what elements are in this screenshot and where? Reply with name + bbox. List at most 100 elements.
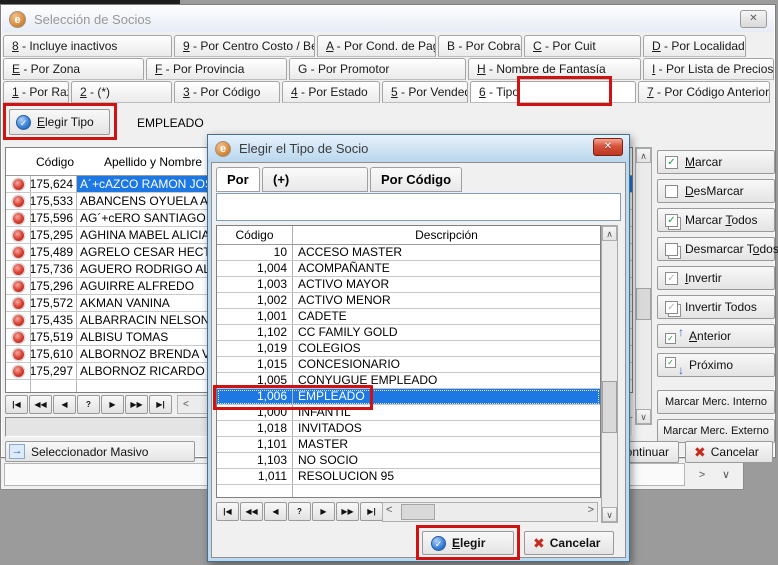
- column-header-apellido-nombre[interactable]: Apellido y Nombre: [78, 155, 228, 169]
- pager-button[interactable]: ◀: [264, 502, 287, 521]
- tipo-desc: NO SOCIO: [293, 453, 600, 468]
- filter-tab[interactable]: A - Por Cond. de Pago: [317, 35, 436, 57]
- scroll-down-icon[interactable]: ∨: [636, 409, 651, 424]
- record-dot-icon: [13, 213, 24, 224]
- invertir-button[interactable]: ✓Invertir: [657, 266, 775, 290]
- filter-tab[interactable]: F - Por Provincia: [146, 58, 287, 80]
- filter-tab[interactable]: B - Por Cobrador: [438, 35, 522, 57]
- socio-code: 175,610: [31, 346, 77, 362]
- tipo-row[interactable]: 1,003 ACTIVO MAYOR: [217, 277, 600, 293]
- pager-button[interactable]: ▶: [101, 395, 124, 414]
- pager-button[interactable]: |◀: [216, 502, 239, 521]
- scrollbar-thumb[interactable]: [401, 504, 435, 520]
- tipo-row[interactable]: 1,103 NO SOCIO: [217, 453, 600, 469]
- anterior-button[interactable]: ✓↑Anterior: [657, 324, 775, 348]
- modal-cancelar-button[interactable]: ✖ Cancelar: [524, 531, 614, 555]
- filter-tab[interactable]: H - Nombre de Fantasía: [468, 58, 641, 80]
- tipo-search-input[interactable]: [216, 193, 621, 221]
- record-dot-icon: [13, 349, 24, 360]
- filter-tab[interactable]: I - Por Lista de Precios: [643, 58, 774, 80]
- tipo-code: 1,005: [217, 373, 293, 388]
- scroll-left-icon[interactable]: <: [386, 504, 392, 516]
- desmarcar-button[interactable]: ✓DesMarcar: [657, 179, 775, 203]
- tipo-row[interactable]: 1,018 INVITADOS: [217, 421, 600, 437]
- pager-button[interactable]: ▶|: [149, 395, 172, 414]
- scroll-right-icon[interactable]: >: [588, 504, 594, 516]
- filter-tab[interactable]: 3 - Por Código: [174, 81, 280, 103]
- filter-tab[interactable]: 9 - Por Centro Costo / Beneficio: [174, 35, 315, 57]
- tipo-row[interactable]: 1,005 CONYUGUE EMPLEADO: [217, 373, 600, 389]
- marcar-merc-interno-button[interactable]: Marcar Merc. Interno: [657, 390, 775, 414]
- scroll-down-icon[interactable]: ∨: [602, 507, 617, 522]
- scroll-up-icon[interactable]: ∧: [602, 226, 617, 241]
- tipo-row[interactable]: 1,101 MASTER: [217, 437, 600, 453]
- tipo-row[interactable]: 1,000 INFANTIL: [217, 405, 600, 421]
- socio-code: 175,435: [31, 312, 77, 328]
- main-close-button[interactable]: ✕: [740, 10, 767, 28]
- pager-button[interactable]: ◀◀: [29, 395, 52, 414]
- scrollbar-thumb[interactable]: [636, 288, 651, 320]
- tipo-row[interactable]: 1,001 CADETE: [217, 309, 600, 325]
- tipo-row[interactable]: 1,002 ACTIVO MENOR: [217, 293, 600, 309]
- elegir-button[interactable]: ✓ Elegir: [422, 531, 514, 555]
- pager-button[interactable]: ▶▶: [336, 502, 359, 521]
- tipo-code: 1,015: [217, 357, 293, 372]
- filter-tab[interactable]: D - Por Localidad: [643, 35, 746, 57]
- pager-button[interactable]: ▶|: [360, 502, 383, 521]
- pager-button[interactable]: ?: [77, 395, 100, 414]
- pager-button[interactable]: |◀: [5, 395, 28, 414]
- socio-code: 175,296: [31, 278, 77, 294]
- scroll-right-icon[interactable]: >: [693, 467, 711, 485]
- filter-tab[interactable]: 4 - Por Estado: [282, 81, 380, 103]
- tipos-hscrollbar[interactable]: < >: [382, 502, 598, 522]
- socios-vscrollbar[interactable]: ∧ ∨: [635, 147, 652, 425]
- tipo-row[interactable]: 1,011 RESOLUCION 95: [217, 469, 600, 485]
- tipo-row[interactable]: 1,004 ACOMPAÑANTE: [217, 261, 600, 277]
- filter-tab[interactable]: G - Por Promotor: [289, 58, 466, 80]
- modal-close-button[interactable]: ✕: [593, 138, 623, 156]
- filter-tab[interactable]: 6 - Tipo: [470, 81, 636, 103]
- marcar-todos-button[interactable]: ✓Marcar Todos: [657, 208, 775, 232]
- socio-code: 175,624: [31, 176, 77, 192]
- tipo-row[interactable]: 1,102 CC FAMILY GOLD: [217, 325, 600, 341]
- pager-button[interactable]: ◀◀: [240, 502, 263, 521]
- tipos-vscrollbar[interactable]: ∧ ∨: [601, 225, 618, 523]
- seleccionador-masivo-button[interactable]: → Seleccionador Masivo: [5, 441, 195, 462]
- socio-code: 175,519: [31, 329, 77, 345]
- column-header-codigo[interactable]: Código: [217, 226, 293, 244]
- pager-button[interactable]: ◀: [53, 395, 76, 414]
- red-x-icon: ✖: [533, 535, 545, 552]
- cancelar-button[interactable]: ✖Cancelar: [685, 441, 773, 463]
- filter-tab[interactable]: 5 - Por Vendedor: [382, 81, 468, 103]
- proximo-button[interactable]: ✓↓Próximo: [657, 353, 775, 377]
- filter-tab[interactable]: 7 - Por Código Anterior: [638, 81, 770, 103]
- scrollbar-thumb[interactable]: [602, 381, 617, 433]
- filter-tab[interactable]: 2 - (*): [71, 81, 172, 103]
- tipo-row[interactable]: 10 ACCESO MASTER: [217, 245, 600, 261]
- modal-tab[interactable]: (+): [262, 167, 368, 192]
- tipo-desc: CADETE: [293, 309, 600, 324]
- filter-tab[interactable]: 1 - Por Razón Social: [3, 81, 69, 103]
- tipo-row[interactable]: 1,015 CONCESIONARIO: [217, 357, 600, 373]
- pager-button[interactable]: ?: [288, 502, 311, 521]
- column-header-codigo[interactable]: Código: [32, 155, 78, 169]
- tipo-desc: MASTER: [293, 437, 600, 452]
- filter-tab[interactable]: 8 - Incluye inactivos: [3, 35, 172, 57]
- modal-titlebar: e Elegir el Tipo de Socio ✕: [208, 135, 629, 162]
- column-header-descripcion[interactable]: Descripción: [293, 226, 600, 244]
- tipo-row[interactable]: 1,006 EMPLEADO: [217, 389, 600, 405]
- filter-tab[interactable]: C - Por Cuit: [524, 35, 641, 57]
- scroll-up-icon[interactable]: ∧: [636, 148, 651, 163]
- filter-tab[interactable]: E - Por Zona: [3, 58, 144, 80]
- scroll-down-icon[interactable]: ∨: [717, 467, 735, 485]
- elegir-tipo-button[interactable]: ✓ Elegir Tipo: [9, 109, 110, 135]
- marcar-merc-externo-button[interactable]: Marcar Merc. Externo: [657, 419, 775, 443]
- modal-tab[interactable]: Por Descripción: [216, 167, 260, 192]
- modal-tab[interactable]: Por Código: [370, 167, 462, 192]
- pager-button[interactable]: ▶: [312, 502, 335, 521]
- tipo-row[interactable]: 1,019 COLEGIOS: [217, 341, 600, 357]
- desmarcar-todos-button[interactable]: ✓Desmarcar Todos: [657, 237, 775, 261]
- invertir-todos-button[interactable]: ✓Invertir Todos: [657, 295, 775, 319]
- pager-button[interactable]: ▶▶: [125, 395, 148, 414]
- marcar-button[interactable]: ✓Marcar: [657, 150, 775, 174]
